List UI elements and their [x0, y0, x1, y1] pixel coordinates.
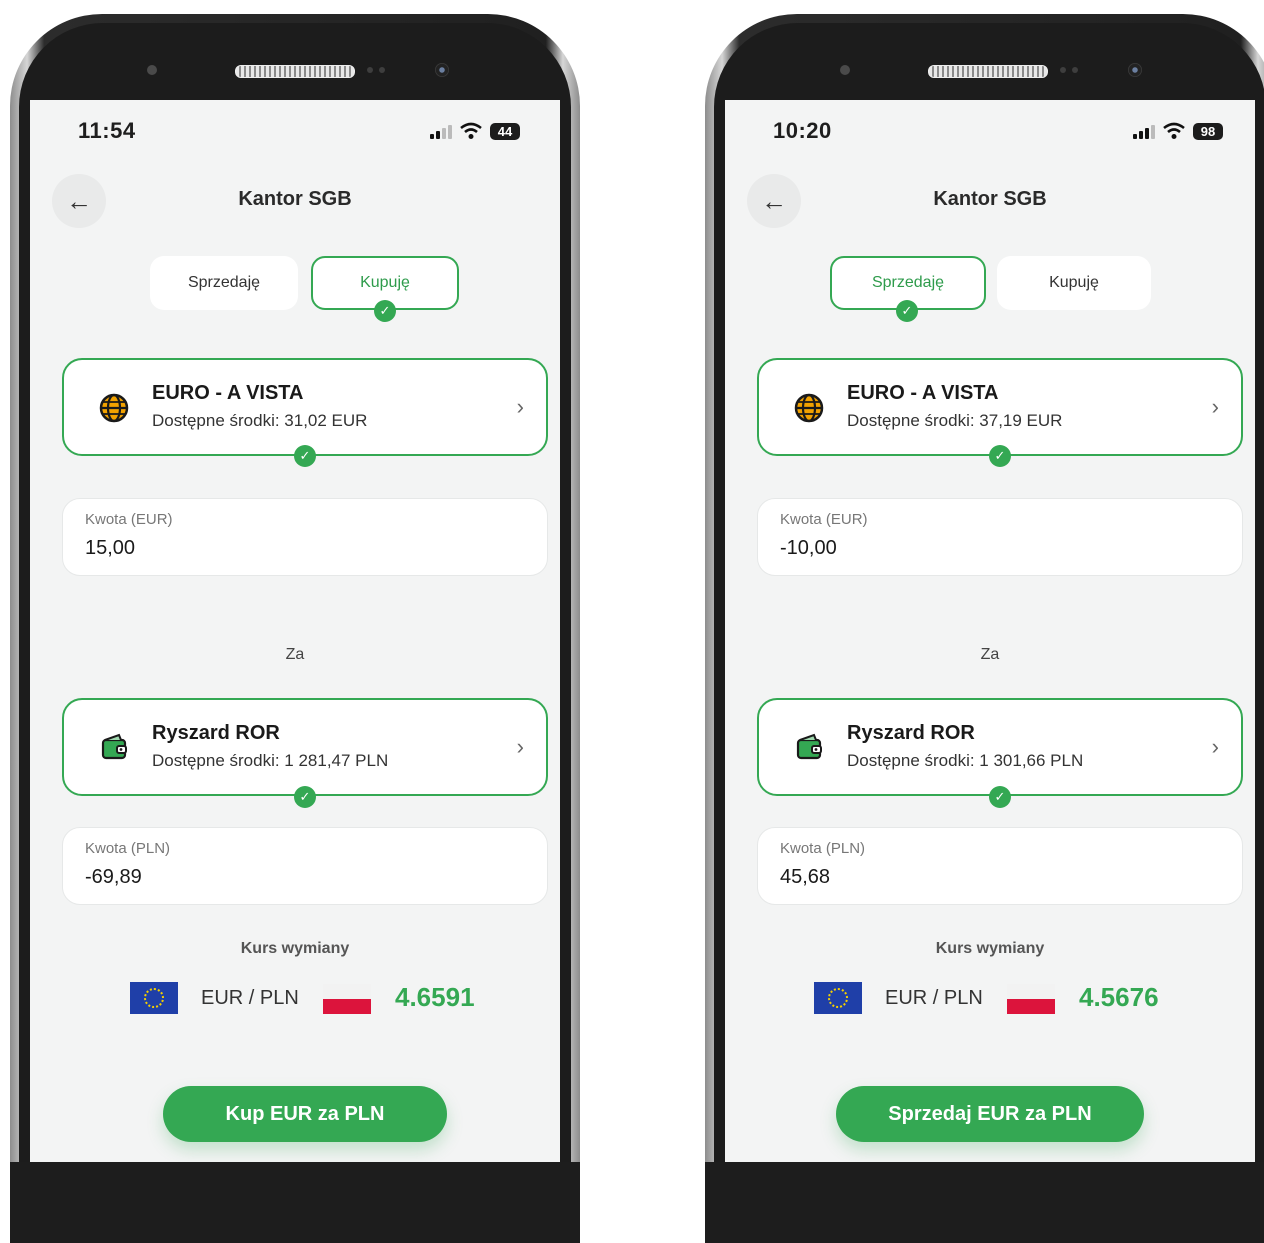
status-icons: 44: [430, 122, 520, 140]
target-amount-field[interactable]: Kwota (PLN) -69,89: [62, 827, 548, 905]
earpiece-speaker: [928, 65, 1048, 78]
front-camera: [435, 63, 449, 77]
target-amount-field[interactable]: Kwota (PLN) 45,68: [757, 827, 1243, 905]
exchange-rate-row: EUR / PLN 4.6591: [30, 982, 560, 1016]
globe-icon: [794, 393, 824, 423]
wallet-icon: [796, 733, 822, 760]
source-amount-field[interactable]: Kwota (EUR) -10,00: [757, 498, 1243, 576]
eu-flag-icon: [814, 982, 862, 1014]
account-balance: Dostępne środki: 31,02 EUR: [152, 411, 368, 430]
check-icon: ✓: [989, 445, 1011, 467]
bottom-bezel: [10, 1162, 580, 1243]
phone-right: 10:20 98 ← Kantor SGB Sprzedaję Kupuję ✓: [705, 14, 1264, 1243]
status-icons: 98: [1133, 122, 1223, 140]
sell-eur-button[interactable]: Sprzedaj EUR za PLN: [836, 1086, 1144, 1142]
signal-icon: [1133, 123, 1155, 139]
exchange-rate-value: 4.6591: [395, 982, 475, 1012]
check-icon: ✓: [989, 786, 1011, 808]
currency-pair: EUR / PLN: [201, 987, 299, 1009]
separator-label: Za: [980, 646, 1000, 663]
source-account-selector[interactable]: EURO - A VISTA Dostępne środki: 37,19 EU…: [757, 358, 1243, 456]
page-title: Kantor SGB: [238, 188, 352, 210]
field-value: 45,68: [780, 866, 831, 888]
field-value: -10,00: [780, 537, 837, 559]
field-value: 15,00: [85, 537, 136, 559]
account-name: EURO - A VISTA: [152, 382, 304, 404]
exchange-rate-value: 4.5676: [1079, 982, 1159, 1012]
buy-eur-button[interactable]: Kup EUR za PLN: [163, 1086, 447, 1142]
status-bar: 10:20 98: [773, 118, 1223, 148]
check-icon: ✓: [294, 786, 316, 808]
check-icon: ✓: [896, 300, 918, 322]
exchange-rate-row: EUR / PLN 4.5676: [725, 982, 1255, 1016]
field-value: -69,89: [85, 866, 142, 888]
clock: 10:20: [773, 118, 832, 143]
target-account-selector[interactable]: Ryszard ROR Dostępne środki: 1 281,47 PL…: [62, 698, 548, 796]
wifi-icon: [1163, 122, 1185, 139]
sensor-dot: [1060, 67, 1066, 73]
exchange-rate-label: Kurs wymiany: [935, 940, 1045, 957]
sensor-dot: [379, 67, 385, 73]
sensor-dot: [367, 67, 373, 73]
battery-icon: 44: [490, 122, 520, 140]
app-screen: 10:20 98 ← Kantor SGB Sprzedaję Kupuję ✓: [725, 100, 1255, 1162]
currency-pair: EUR / PLN: [885, 987, 983, 1009]
account-name: Ryszard ROR: [847, 722, 975, 744]
chevron-right-icon: ›: [1211, 734, 1219, 759]
field-label: Kwota (PLN): [85, 840, 171, 857]
phone-left: 11:54 44 ← Kantor SGB Sprzedaję Kupuję ✓: [10, 14, 580, 1243]
account-balance: Dostępne środki: 37,19 EUR: [847, 411, 1063, 430]
chevron-right-icon: ›: [516, 394, 524, 419]
account-balance: Dostępne środki: 1 281,47 PLN: [152, 751, 389, 770]
eu-flag-icon: [130, 982, 178, 1014]
buy-toggle[interactable]: Kupuję: [997, 256, 1151, 310]
front-camera: [1128, 63, 1142, 77]
chevron-right-icon: ›: [1211, 394, 1219, 419]
bottom-bezel: [705, 1162, 1264, 1243]
sell-toggle[interactable]: Sprzedaję: [150, 256, 298, 310]
clock: 11:54: [78, 118, 136, 143]
proximity-sensor: [840, 65, 850, 75]
check-icon: ✓: [294, 445, 316, 467]
status-bar: 11:54 44: [78, 118, 520, 148]
globe-icon: [99, 393, 129, 423]
account-name: Ryszard ROR: [152, 722, 280, 744]
battery-icon: 98: [1193, 122, 1223, 140]
check-icon: ✓: [374, 300, 396, 322]
field-label: Kwota (EUR): [780, 511, 868, 528]
account-name: EURO - A VISTA: [847, 382, 999, 404]
app-screen: 11:54 44 ← Kantor SGB Sprzedaję Kupuję ✓: [30, 100, 560, 1162]
wifi-icon: [460, 122, 482, 139]
chevron-right-icon: ›: [516, 734, 524, 759]
separator-label: Za: [285, 646, 305, 663]
signal-icon: [430, 123, 452, 139]
target-account-selector[interactable]: Ryszard ROR Dostępne środki: 1 301,66 PL…: [757, 698, 1243, 796]
wallet-icon: [101, 733, 127, 760]
source-account-selector[interactable]: EURO - A VISTA Dostępne środki: 31,02 EU…: [62, 358, 548, 456]
poland-flag-icon: [1007, 984, 1055, 1014]
poland-flag-icon: [323, 984, 371, 1014]
page-title: Kantor SGB: [933, 188, 1047, 210]
earpiece-speaker: [235, 65, 355, 78]
sensor-dot: [1072, 67, 1078, 73]
exchange-rate-label: Kurs wymiany: [240, 940, 350, 957]
proximity-sensor: [147, 65, 157, 75]
source-amount-field[interactable]: Kwota (EUR) 15,00: [62, 498, 548, 576]
account-balance: Dostępne środki: 1 301,66 PLN: [847, 751, 1084, 770]
field-label: Kwota (EUR): [85, 511, 173, 528]
field-label: Kwota (PLN): [780, 840, 866, 857]
